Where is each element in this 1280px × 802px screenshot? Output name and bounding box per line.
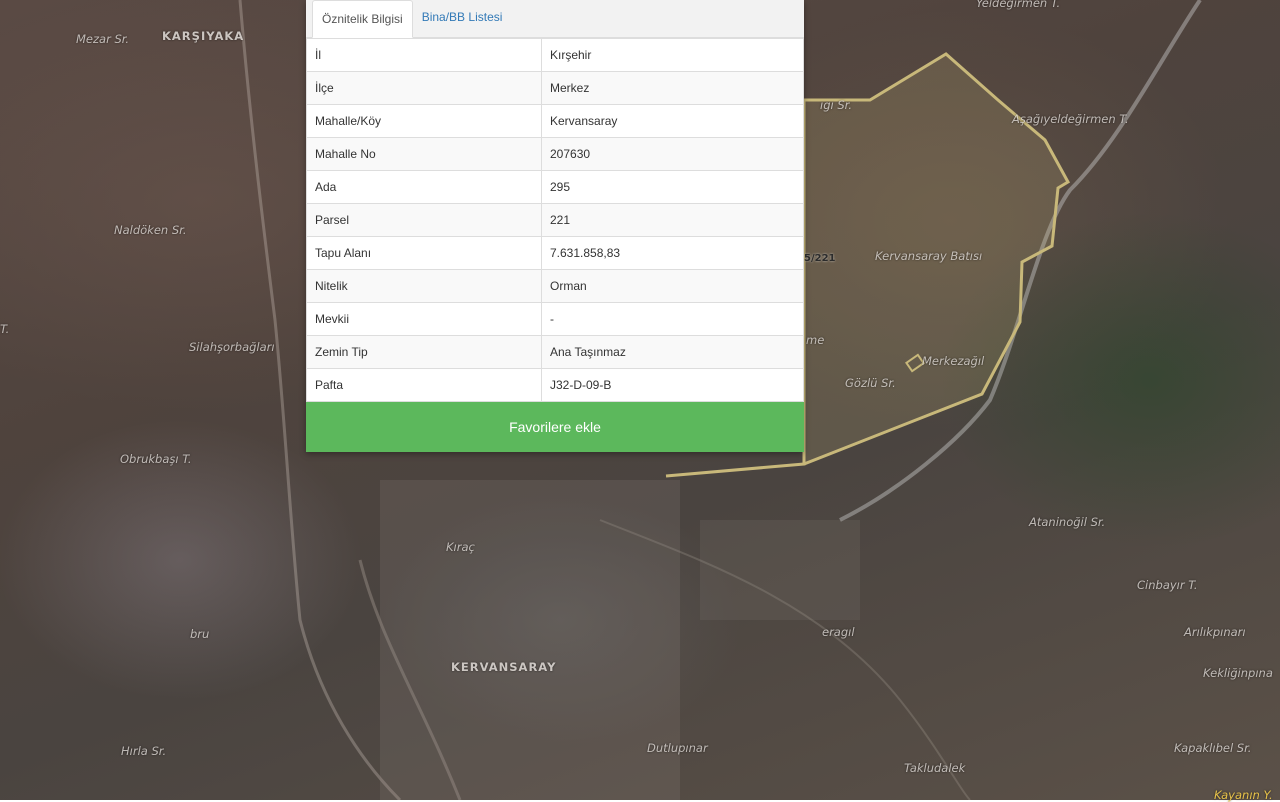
table-row: Mevkii - — [306, 302, 804, 336]
attribute-value: 7.631.858,83 — [541, 236, 804, 270]
attribute-value: - — [541, 302, 804, 336]
table-row: Tapu Alanı 7.631.858,83 — [306, 236, 804, 270]
attribute-key: Nitelik — [306, 269, 542, 303]
attribute-value: 221 — [541, 203, 804, 237]
attribute-key: İlçe — [306, 71, 542, 105]
map-label: T. — [0, 322, 10, 336]
attribute-key: Pafta — [306, 368, 542, 402]
attribute-key: İl — [306, 38, 542, 72]
tab-buildings[interactable]: Bina/BB Listesi — [413, 0, 512, 37]
attribute-value: Kırşehir — [541, 38, 804, 72]
table-row: İl Kırşehir — [306, 38, 804, 72]
panel-tabs: Öznitelik Bilgisi Bina/BB Listesi — [306, 0, 804, 38]
urban-area — [380, 480, 680, 800]
table-row: Zemin Tip Ana Taşınmaz — [306, 335, 804, 369]
attribute-table: İl Kırşehir İlçe Merkez Mahalle/Köy Kervansar… — [306, 38, 804, 402]
map-label: Dutlupınar — [647, 741, 708, 755]
map-label: Arılıkpınarı — [1184, 625, 1246, 639]
attribute-key: Ada — [306, 170, 542, 204]
map-label: Ataninoğil Sr. — [1029, 515, 1106, 529]
table-row: İlçe Merkez — [306, 71, 804, 105]
parcel-number-label: 5/221 — [804, 253, 836, 264]
map-label: bru — [190, 627, 210, 641]
attribute-key: Tapu Alanı — [306, 236, 542, 270]
map-label: Naldöken Sr. — [114, 223, 187, 237]
attribute-key: Parsel — [306, 203, 542, 237]
table-row: Ada 295 — [306, 170, 804, 204]
map-place-label: KERVANSARAY — [451, 660, 557, 674]
map-label: Kapaklıbel Sr. — [1174, 741, 1252, 755]
map-label: Aşağıyeldeğirmen T. — [1012, 112, 1129, 126]
map-label: Yeldeğirmen T. — [976, 0, 1061, 10]
attribute-value: 207630 — [541, 137, 804, 171]
map-label: Merkezağıl — [922, 354, 985, 368]
attribute-value: 295 — [541, 170, 804, 204]
map-label: me — [806, 333, 825, 347]
map-label: Hırla Sr. — [121, 744, 167, 758]
parcel-info-panel: Öznitelik Bilgisi Bina/BB Listesi İl Kırş… — [306, 0, 804, 452]
attribute-key: Mahalle/Köy — [306, 104, 542, 138]
map-label: Mezar Sr. — [76, 32, 130, 46]
map-label: ıgı Sr. — [820, 98, 852, 112]
map-label: Kekliğinpına — [1203, 666, 1273, 680]
map-label: Kıraç — [446, 540, 475, 554]
map-label: Obrukbaşı T. — [120, 452, 192, 466]
map-label: Cinbayır T. — [1137, 578, 1198, 592]
map-label: Gözlü Sr. — [845, 376, 896, 390]
tab-attributes[interactable]: Öznitelik Bilgisi — [312, 0, 413, 38]
attribute-value: Orman — [541, 269, 804, 303]
attribute-value: J32-D-09-B — [541, 368, 804, 402]
map-label: Takludalek — [904, 761, 966, 775]
table-row: Parsel 221 — [306, 203, 804, 237]
attribute-value: Merkez — [541, 71, 804, 105]
attribute-value: Ana Taşınmaz — [541, 335, 804, 369]
urban-area — [700, 520, 860, 620]
table-row: Nitelik Orman — [306, 269, 804, 303]
attribute-key: Mahalle No — [306, 137, 542, 171]
add-to-favorites-button[interactable]: Favorilere ekle — [306, 402, 804, 452]
map-label: eragıl — [822, 625, 855, 639]
attribute-key: Mevkii — [306, 302, 542, 336]
table-row: Mahalle/Köy Kervansaray — [306, 104, 804, 138]
table-row: Mahalle No 207630 — [306, 137, 804, 171]
map-label: Silahşorbağları — [189, 340, 275, 354]
attribute-value: Kervansaray — [541, 104, 804, 138]
map-place-label: KARŞIYAKA — [162, 29, 245, 43]
attribute-key: Zemin Tip — [306, 335, 542, 369]
table-row: Pafta J32-D-09-B — [306, 368, 804, 402]
map-label: Kervansaray Batısı — [875, 249, 983, 263]
